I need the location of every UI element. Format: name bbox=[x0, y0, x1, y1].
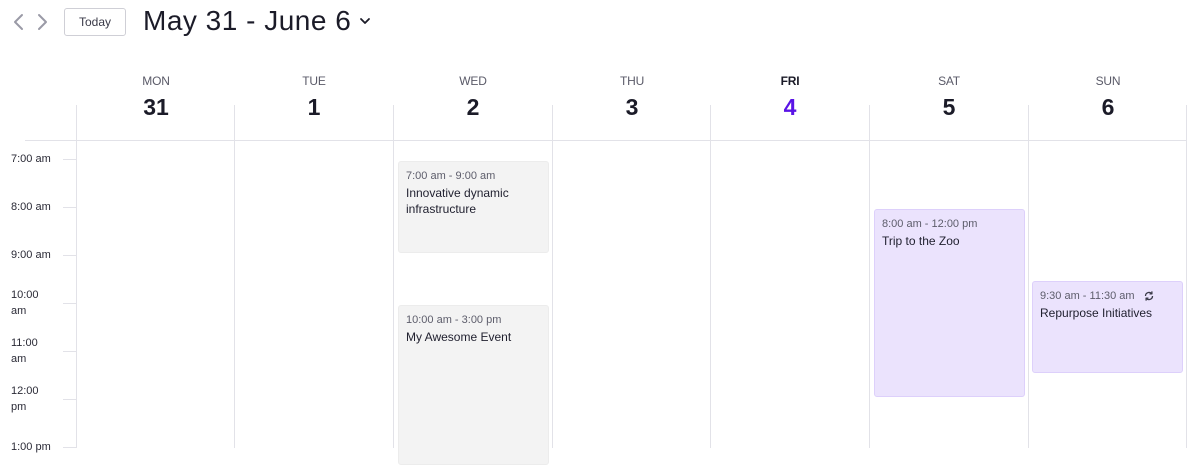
column-divider bbox=[393, 105, 394, 448]
repeat-icon bbox=[1144, 291, 1153, 301]
date-range-title: May 31 - June 6 bbox=[143, 5, 352, 36]
day-header-thu[interactable]: THU 3 bbox=[553, 74, 711, 120]
calendar-event[interactable]: 7:00 am - 9:00 am Innovative dynamic inf… bbox=[398, 161, 549, 253]
calendar-event[interactable]: 9:30 am - 11:30 am Repurpose Initiatives bbox=[1032, 281, 1183, 373]
day-of-week: FRI bbox=[780, 74, 800, 88]
next-week-button[interactable] bbox=[33, 11, 53, 33]
event-title: Trip to the Zoo bbox=[882, 234, 960, 248]
hour-tick bbox=[63, 207, 77, 208]
prev-week-button[interactable] bbox=[9, 11, 29, 33]
column-divider bbox=[1186, 105, 1187, 448]
column-divider bbox=[76, 105, 77, 448]
calendar-event[interactable]: 8:00 am - 12:00 pm Trip to the Zoo bbox=[874, 209, 1025, 397]
hour-label: 10:00 am bbox=[11, 289, 39, 317]
day-of-week: SAT bbox=[938, 74, 960, 88]
day-of-week: SUN bbox=[1095, 74, 1121, 88]
date-range-dropdown[interactable]: May 31 - June 6 bbox=[143, 5, 371, 37]
day-header-fri-today[interactable]: FRI 4 bbox=[711, 74, 869, 120]
event-time: 10:00 am - 3:00 pm bbox=[406, 314, 502, 326]
hour-label: 12:00 pm bbox=[11, 385, 39, 413]
day-number: 2 bbox=[466, 94, 480, 120]
column-divider bbox=[234, 105, 235, 448]
column-divider bbox=[869, 105, 870, 448]
hour-tick bbox=[63, 399, 77, 400]
day-number: 31 bbox=[143, 94, 169, 120]
event-title: My Awesome Event bbox=[406, 330, 512, 344]
column-divider bbox=[1028, 105, 1029, 448]
calendar-event[interactable]: 10:00 am - 3:00 pm My Awesome Event bbox=[398, 305, 549, 465]
day-number: 1 bbox=[307, 94, 321, 120]
column-divider bbox=[710, 105, 711, 448]
day-number: 5 bbox=[942, 94, 956, 120]
event-title: Repurpose Initiatives bbox=[1040, 306, 1153, 320]
day-of-week: WED bbox=[459, 74, 487, 88]
event-time: 8:00 am - 12:00 pm bbox=[882, 218, 978, 230]
hour-label: 9:00 am bbox=[11, 249, 51, 261]
day-of-week: TUE bbox=[302, 74, 326, 88]
day-header-sat[interactable]: SAT 5 bbox=[870, 74, 1028, 120]
day-of-week: THU bbox=[619, 74, 645, 88]
day-number: 3 bbox=[625, 94, 639, 120]
chevron-down-icon bbox=[360, 18, 371, 24]
day-number: 6 bbox=[1101, 94, 1115, 120]
chevron-left-icon bbox=[14, 14, 23, 30]
hour-label: 11:00 am bbox=[11, 337, 38, 365]
day-header-sun[interactable]: SUN 6 bbox=[1029, 74, 1187, 120]
hour-label: 1:00 pm bbox=[11, 441, 51, 453]
hour-tick bbox=[63, 303, 77, 304]
day-header-tue[interactable]: TUE 1 bbox=[235, 74, 393, 120]
today-button[interactable]: Today bbox=[64, 8, 126, 36]
event-time: 9:30 am - 11:30 am bbox=[1040, 290, 1135, 302]
day-number: 4 bbox=[783, 94, 797, 120]
event-time: 7:00 am - 9:00 am bbox=[406, 170, 496, 182]
day-header-wed[interactable]: WED 2 bbox=[394, 74, 552, 120]
chevron-right-icon bbox=[38, 14, 47, 30]
header-divider bbox=[25, 140, 1187, 141]
event-title: Innovative dynamic infrastructure bbox=[406, 186, 509, 216]
day-of-week: MON bbox=[142, 74, 170, 88]
day-header-mon[interactable]: MON 31 bbox=[77, 74, 235, 120]
column-divider bbox=[552, 105, 553, 448]
hour-tick bbox=[63, 255, 77, 256]
hour-tick bbox=[63, 351, 77, 352]
hour-label: 7:00 am bbox=[11, 153, 51, 165]
hour-label: 8:00 am bbox=[11, 201, 51, 213]
event-time-row: 9:30 am - 11:30 am bbox=[1040, 289, 1175, 303]
hour-tick bbox=[63, 159, 77, 160]
